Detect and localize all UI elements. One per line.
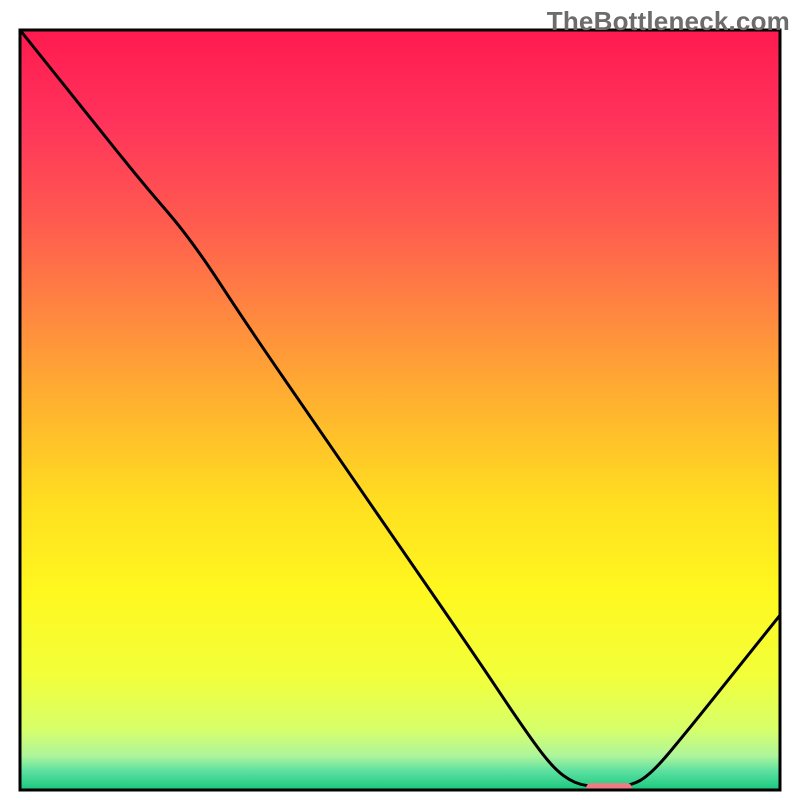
gradient-background	[20, 30, 780, 790]
chart-container: TheBottleneck.com	[0, 0, 800, 800]
watermark-text: TheBottleneck.com	[547, 6, 790, 37]
bottleneck-chart	[0, 0, 800, 800]
